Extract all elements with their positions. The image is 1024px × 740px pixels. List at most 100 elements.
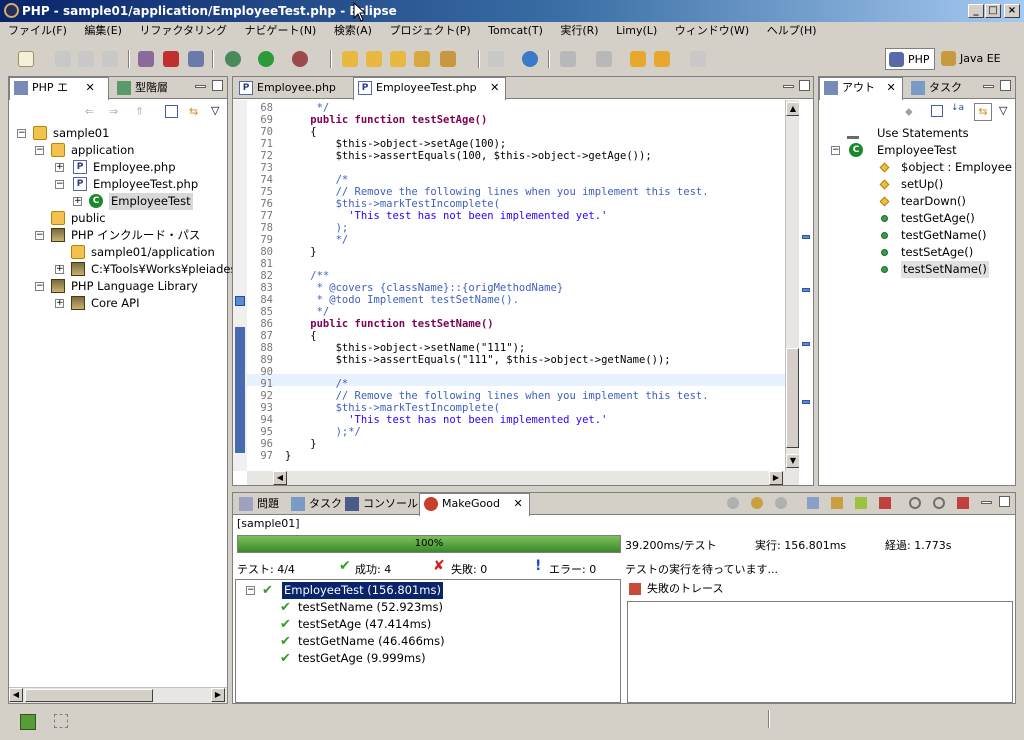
- new-project-icon[interactable]: [414, 51, 430, 67]
- show-failures-icon[interactable]: [855, 497, 867, 509]
- view-menu-icon[interactable]: ▽: [999, 104, 1007, 117]
- scroll-right-icon[interactable]: ▶: [769, 471, 783, 485]
- menu-edit[interactable]: 編集(E): [76, 22, 128, 40]
- forward-icon[interactable]: [690, 51, 706, 67]
- minimize-view-icon[interactable]: [981, 501, 992, 504]
- maximize-view-icon[interactable]: [212, 80, 223, 91]
- continuous-test-icon[interactable]: [909, 497, 921, 509]
- link-editor-icon[interactable]: ⇆: [974, 103, 992, 121]
- collapse-toggle-icon[interactable]: −: [831, 146, 840, 155]
- menu-limy[interactable]: Limy(L): [608, 22, 663, 40]
- tab-bottom-tasks[interactable]: タスク: [287, 494, 348, 515]
- collapse-all-icon[interactable]: [165, 105, 178, 118]
- hide-fields-icon[interactable]: ⬥: [905, 105, 913, 119]
- close-icon[interactable]: ✕: [513, 497, 522, 510]
- tab-tasks[interactable]: タスク: [907, 78, 968, 99]
- tab-console[interactable]: コンソール: [341, 494, 424, 515]
- tab-makegood[interactable]: MakeGood ✕: [419, 493, 530, 516]
- tab-type-hierarchy[interactable]: 型階層: [113, 78, 174, 99]
- maximize-button[interactable]: □: [985, 4, 1001, 18]
- task-marker-icon[interactable]: [235, 296, 245, 306]
- collapse-all-icon[interactable]: [931, 105, 943, 117]
- pin-icon[interactable]: [957, 497, 969, 509]
- scroll-left-icon[interactable]: ◀: [9, 688, 23, 702]
- scroll-thumb[interactable]: [786, 348, 799, 448]
- editor-vscrollbar[interactable]: ▲ ▼: [785, 100, 800, 471]
- perspective-javaee[interactable]: Java EE: [938, 48, 1005, 70]
- minimize-view-icon[interactable]: [983, 85, 994, 88]
- close-icon[interactable]: ✕: [86, 81, 95, 94]
- maximize-view-icon[interactable]: [799, 80, 810, 91]
- back-icon[interactable]: [654, 51, 670, 67]
- debug-icon[interactable]: [225, 51, 241, 67]
- prev-failure-icon[interactable]: [831, 497, 843, 509]
- tab-employee-php[interactable]: P Employee.php: [235, 78, 342, 99]
- collapse-toggle-icon[interactable]: −: [17, 129, 26, 138]
- overview-marker[interactable]: [802, 235, 810, 239]
- tab-problems[interactable]: 問題: [235, 494, 285, 515]
- open-type-icon[interactable]: [342, 51, 358, 67]
- editor-hscrollbar[interactable]: ◀ ▶: [247, 471, 799, 485]
- failure-trace-area[interactable]: [627, 601, 1013, 703]
- menu-window[interactable]: ウィンドウ(W): [667, 22, 755, 40]
- menu-file[interactable]: ファイル(F): [0, 22, 73, 40]
- open-file-icon[interactable]: [366, 51, 382, 67]
- last-edit-icon[interactable]: [630, 51, 646, 67]
- collapse-toggle-icon[interactable]: −: [35, 282, 44, 291]
- overview-marker[interactable]: [802, 400, 810, 404]
- menu-help[interactable]: ヘルプ(H): [759, 22, 823, 40]
- expand-toggle-icon[interactable]: +: [55, 163, 64, 172]
- save-all-icon[interactable]: [78, 51, 94, 67]
- up-nav-icon[interactable]: ⇑: [135, 105, 144, 118]
- fast-view-icon[interactable]: [20, 714, 36, 730]
- maximize-view-icon[interactable]: [999, 496, 1010, 507]
- tab-employeetest-php[interactable]: P EmployeeTest.php ✕: [353, 77, 507, 100]
- scroll-right-icon[interactable]: ▶: [211, 688, 225, 702]
- close-button[interactable]: ×: [1004, 4, 1020, 18]
- minimize-view-icon[interactable]: [783, 85, 794, 88]
- scroll-up-icon[interactable]: ▲: [786, 102, 800, 116]
- menu-project[interactable]: プロジェクト(P): [381, 22, 476, 40]
- overview-marker[interactable]: [802, 288, 810, 292]
- stop-debug-icon[interactable]: [163, 51, 179, 67]
- sort-icon[interactable]: ↓a: [951, 103, 964, 113]
- code-editor[interactable]: 68 */ 69 public function testSetAge() 70 {…: [247, 100, 785, 471]
- scroll-left-icon[interactable]: ◀: [273, 471, 287, 485]
- back-nav-icon[interactable]: ⇐: [85, 105, 94, 118]
- external-tools-icon[interactable]: [292, 51, 308, 67]
- expand-toggle-icon[interactable]: +: [55, 299, 64, 308]
- menu-navigate[interactable]: ナビゲート(N): [237, 22, 323, 40]
- overview-marker[interactable]: [802, 342, 810, 346]
- stop-tests-icon[interactable]: [775, 497, 787, 509]
- history-icon[interactable]: [933, 497, 945, 509]
- next-failure-icon[interactable]: [807, 497, 819, 509]
- run-icon[interactable]: [258, 51, 274, 67]
- minimize-button[interactable]: _: [968, 4, 984, 18]
- maximize-view-icon[interactable]: [1000, 80, 1011, 91]
- prev-annotation-icon[interactable]: [596, 51, 612, 67]
- open-perspective-icon[interactable]: [862, 48, 880, 68]
- next-annotation-icon[interactable]: [560, 51, 576, 67]
- explorer-hscrollbar[interactable]: ◀ ▶: [9, 687, 227, 703]
- close-icon[interactable]: ✕: [490, 81, 499, 94]
- minimize-view-icon[interactable]: [195, 85, 206, 88]
- tab-outline[interactable]: アウト ✕: [819, 77, 903, 100]
- collapse-toggle-icon[interactable]: −: [35, 231, 44, 240]
- collapse-toggle-icon[interactable]: −: [35, 146, 44, 155]
- menu-refactor[interactable]: リファクタリング: [131, 22, 233, 40]
- perspective-php[interactable]: PHP: [885, 48, 935, 70]
- rerun-icon[interactable]: [751, 497, 763, 509]
- collapse-toggle-icon[interactable]: −: [55, 180, 64, 189]
- profile-icon[interactable]: [188, 51, 204, 67]
- forward-nav-icon[interactable]: ⇒: [109, 105, 118, 118]
- menu-run[interactable]: 実行(R): [552, 22, 604, 40]
- view-menu-icon[interactable]: ▽: [211, 104, 219, 117]
- run-all-tests-icon[interactable]: [727, 497, 739, 509]
- new-task-icon[interactable]: [54, 714, 68, 728]
- close-icon[interactable]: ✕: [887, 81, 896, 94]
- expand-toggle-icon[interactable]: +: [73, 197, 82, 206]
- save-icon[interactable]: [55, 51, 71, 67]
- print-icon[interactable]: [102, 51, 118, 67]
- tab-php-explorer[interactable]: PHP エ ✕: [9, 77, 109, 100]
- menu-search[interactable]: 検索(A): [326, 22, 378, 40]
